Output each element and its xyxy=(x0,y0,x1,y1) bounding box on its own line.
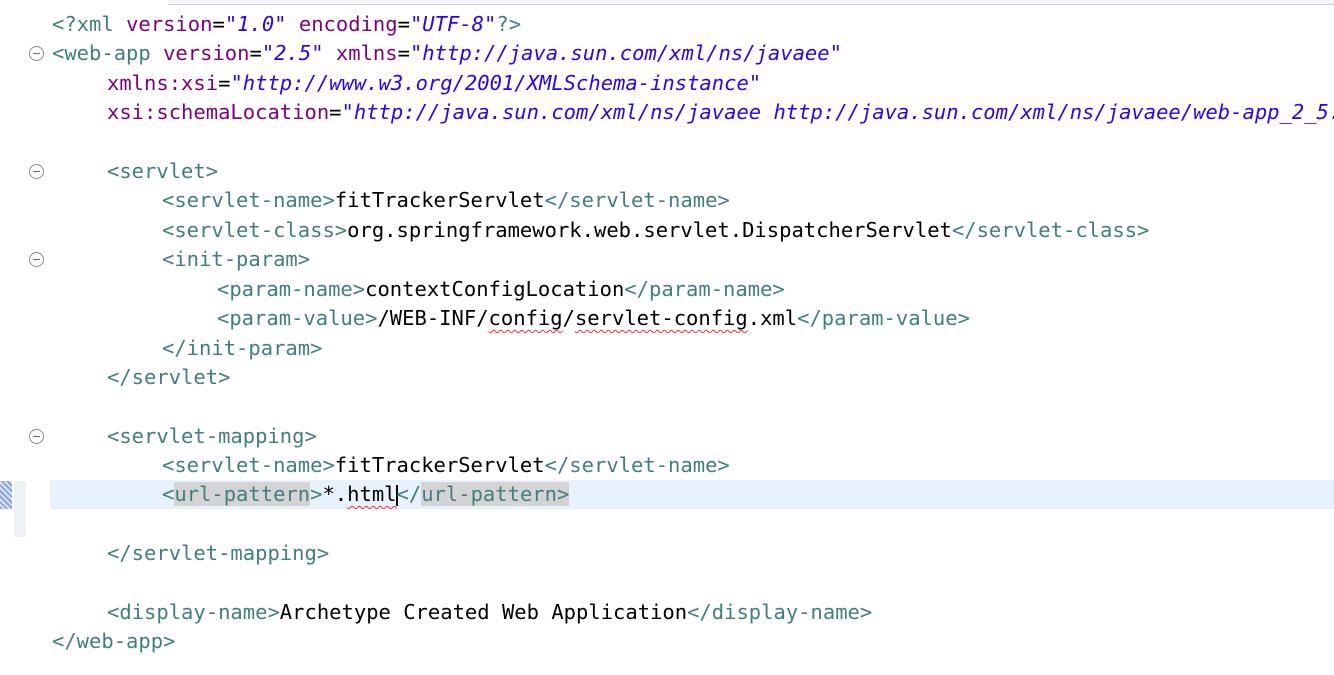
servlet-mapping-close-tag: </servlet-mapping> xyxy=(107,541,330,565)
xml-encoding-value: "UTF-8" xyxy=(409,12,497,36)
code-line-init-param-open[interactable]: <init-param> xyxy=(162,245,310,274)
code-line-init-param-close[interactable]: </init-param> xyxy=(162,334,322,363)
param-name-open-tag: <param-name> xyxy=(217,277,366,301)
web-app-open-tag: <web-app xyxy=(52,41,151,65)
mapping-servlet-name-open-tag: <servlet-name> xyxy=(162,453,335,477)
param-value-close-tag: </param-value> xyxy=(797,306,970,330)
code-line-xmlns-xsi[interactable]: xmlns:xsi="http://www.w3.org/2001/XMLSch… xyxy=(107,69,761,98)
mapping-servlet-name-text: fitTrackerServlet xyxy=(334,453,545,477)
code-line-schema-location[interactable]: xsi:schemaLocation="http://java.sun.com/… xyxy=(107,98,1334,127)
code-line-web-app-close[interactable]: </web-app> xyxy=(52,627,175,656)
url-pattern-close-tag-name: url-pattern xyxy=(421,482,557,506)
xml-pi-close: ?> xyxy=(496,12,522,36)
current-line-ruler-marker xyxy=(0,481,12,509)
url-pattern-close-gt: > xyxy=(556,482,570,506)
editor-top-border xyxy=(168,0,1334,5)
xml-pi-open: <? xyxy=(52,12,77,36)
servlet-open-tag: <servlet> xyxy=(107,159,219,183)
code-line-url-pattern[interactable]: <url-pattern>*.html</url-pattern> xyxy=(162,480,570,509)
servlet-name-close-tag: </servlet-name> xyxy=(544,188,730,212)
code-line-servlet-mapping-open[interactable]: <servlet-mapping> xyxy=(107,422,317,451)
param-value-text-slash: / xyxy=(562,306,575,330)
code-line-xml-declaration[interactable]: <?xml version="1.0" encoding="UTF-8"?> xyxy=(52,10,521,39)
url-pattern-text-prefix: *. xyxy=(322,482,348,506)
fold-toggle-init-param-icon[interactable] xyxy=(29,252,44,267)
param-name-text: contextConfigLocation xyxy=(365,277,625,301)
code-line-servlet-open[interactable]: <servlet> xyxy=(107,157,218,186)
url-pattern-open-tag-name: url-pattern xyxy=(174,482,311,506)
xml-encoding-attr: encoding xyxy=(298,12,398,36)
code-line-mapping-servlet-name[interactable]: <servlet-name>fitTrackerServlet</servlet… xyxy=(162,451,730,480)
url-pattern-text-html: html xyxy=(347,482,397,506)
param-value-text-servlet-config: servlet-config xyxy=(574,306,748,330)
web-app-version-attr: version xyxy=(163,41,250,65)
param-value-text-ext: .xml xyxy=(747,306,798,330)
code-line-servlet-close[interactable]: </servlet> xyxy=(107,363,230,392)
url-pattern-open-gt: > xyxy=(310,482,323,506)
servlet-class-text: org.springframework.web.servlet.Dispatch… xyxy=(347,218,952,242)
schema-location-value: "http://java.sun.com/xml/ns/javaee http:… xyxy=(341,100,1334,124)
code-line-servlet-mapping-close[interactable]: </servlet-mapping> xyxy=(107,539,329,568)
code-line-display-name[interactable]: <display-name>Archetype Created Web Appl… xyxy=(107,598,872,627)
code-line-servlet-class[interactable]: <servlet-class>org.springframework.web.s… xyxy=(162,216,1149,245)
init-param-open-tag: <init-param> xyxy=(162,247,311,271)
xmlns-attr: xmlns xyxy=(335,41,398,65)
xmlns-xsi-attr: xmlns:xsi xyxy=(107,71,219,95)
code-line-param-name[interactable]: <param-name>contextConfigLocation</param… xyxy=(217,275,785,304)
param-value-text-config: config xyxy=(488,306,563,330)
param-value-open-tag: <param-value> xyxy=(217,306,378,330)
fold-toggle-servlet-mapping-icon[interactable] xyxy=(29,429,44,444)
init-param-close-tag: </init-param> xyxy=(162,336,323,360)
web-app-close-tag: </web-app> xyxy=(52,629,176,653)
fold-toggle-web-app-icon[interactable] xyxy=(29,46,44,61)
code-line-param-value[interactable]: <param-value>/WEB-INF/config/servlet-con… xyxy=(217,304,970,333)
param-value-text-prefix: /WEB-INF/ xyxy=(377,306,489,330)
servlet-mapping-open-tag: <servlet-mapping> xyxy=(107,424,317,448)
xml-pi-name: xml xyxy=(76,12,114,36)
display-name-text: Archetype Created Web Application xyxy=(279,600,688,624)
xmlns-xsi-value: "http://www.w3.org/2001/XMLSchema-instan… xyxy=(230,71,762,95)
xml-version-value: "1.0" xyxy=(224,12,287,36)
code-line-web-app-open[interactable]: <web-app version="2.5" xmlns="http://jav… xyxy=(52,39,842,68)
servlet-name-text: fitTrackerServlet xyxy=(334,188,545,212)
change-ruler-marker xyxy=(14,481,26,537)
servlet-class-close-tag: </servlet-class> xyxy=(951,218,1150,242)
code-line-servlet-name[interactable]: <servlet-name>fitTrackerServlet</servlet… xyxy=(162,186,730,215)
servlet-name-open-tag: <servlet-name> xyxy=(162,188,335,212)
url-pattern-open-lt: < xyxy=(162,482,175,506)
servlet-close-tag: </servlet> xyxy=(107,365,231,389)
xml-version-attr: version xyxy=(126,12,213,36)
web-app-version-value: "2.5" xyxy=(261,41,324,65)
param-name-close-tag: </param-name> xyxy=(624,277,785,301)
display-name-close-tag: </display-name> xyxy=(687,600,873,624)
fold-toggle-servlet-icon[interactable] xyxy=(29,164,44,179)
url-pattern-close-lt: </ xyxy=(396,482,422,506)
servlet-class-open-tag: <servlet-class> xyxy=(162,218,348,242)
display-name-open-tag: <display-name> xyxy=(107,600,280,624)
mapping-servlet-name-close-tag: </servlet-name> xyxy=(544,453,730,477)
xml-editor[interactable]: <?xml version="1.0" encoding="UTF-8"?> <… xyxy=(0,0,1334,675)
schema-location-attr: xsi:schemaLocation xyxy=(107,100,330,124)
editor-gutter xyxy=(0,0,48,675)
xmlns-value: "http://java.sun.com/xml/ns/javaee" xyxy=(409,41,842,65)
